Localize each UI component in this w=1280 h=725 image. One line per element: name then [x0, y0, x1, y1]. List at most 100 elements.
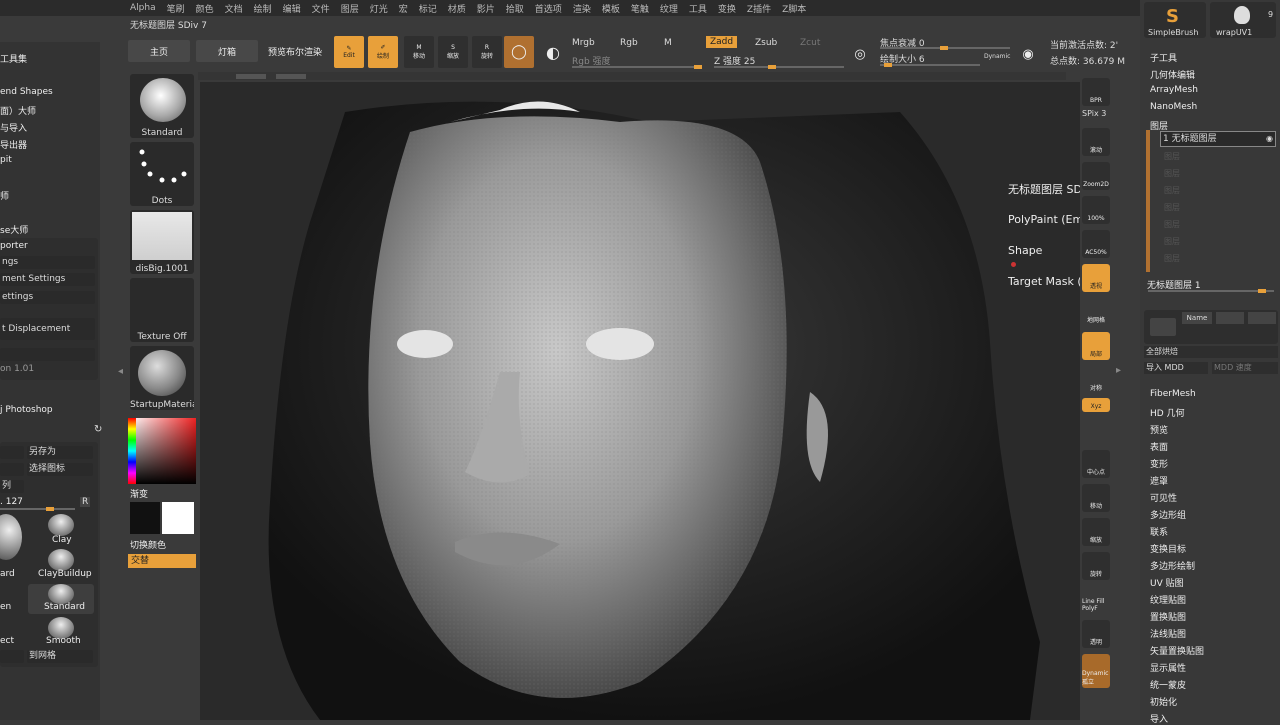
menu-item[interactable]: 编辑 — [283, 2, 301, 15]
menu-item[interactable]: 模板 — [602, 2, 620, 15]
blank-left-button-2[interactable] — [0, 463, 24, 476]
initialize-section[interactable]: 初始化 — [1150, 695, 1177, 708]
normal-map-section[interactable]: 法线贴图 — [1150, 627, 1186, 640]
layer-row[interactable]: 图层 — [1164, 253, 1180, 264]
left-row-master[interactable]: 面）大师 — [0, 104, 36, 117]
standard-brush-icon[interactable] — [48, 584, 74, 604]
left-row-toolset[interactable]: 工具集 — [0, 52, 27, 65]
menu-item[interactable]: 纹理 — [660, 2, 678, 15]
menu-item[interactable]: 拾取 — [506, 2, 524, 15]
column-button[interactable]: 列 — [0, 480, 24, 493]
ac50-button[interactable]: AC50% — [1082, 230, 1110, 258]
perspective-button[interactable]: 透视 — [1082, 264, 1110, 292]
brush-size-readout[interactable]: . 127 — [0, 497, 23, 507]
new-layer-button[interactable] — [1150, 318, 1176, 336]
eye-icon[interactable]: ◉ — [1266, 134, 1273, 143]
left-row-exporter[interactable]: 导出器 — [0, 138, 27, 151]
spotlight-button[interactable]: ◎ — [848, 38, 872, 70]
switch-color-label[interactable]: 切换颜色 — [130, 538, 166, 551]
masking-section[interactable]: 遮罩 — [1150, 474, 1168, 487]
menu-item[interactable]: 标记 — [419, 2, 437, 15]
element-settings-button[interactable]: ment Settings — [0, 273, 95, 286]
visibility-section[interactable]: 可见性 — [1150, 491, 1177, 504]
uv-map-section[interactable]: UV 贴图 — [1150, 576, 1184, 589]
move-view-button[interactable]: 移动 — [1082, 484, 1110, 512]
nanomesh-section[interactable]: NanoMesh — [1150, 102, 1197, 112]
polygroups-section[interactable]: 多边形组 — [1150, 508, 1186, 521]
fibermesh-section[interactable]: FiberMesh — [1150, 389, 1196, 399]
save-as-button[interactable]: 另存为 — [27, 446, 93, 459]
menu-item[interactable]: 文档 — [225, 2, 243, 15]
import-section[interactable]: 导入 — [1150, 712, 1168, 725]
zadd-toggle[interactable]: Zadd — [706, 36, 738, 48]
contact-section[interactable]: 联系 — [1150, 525, 1168, 538]
left-row-photoshop[interactable]: j Photoshop — [0, 405, 53, 415]
secondary-color-swatch[interactable] — [162, 502, 194, 534]
local-button[interactable]: 局部 — [1082, 332, 1110, 360]
left-row-import[interactable]: 与导入 — [0, 121, 27, 134]
settings-button-2[interactable]: ettings — [0, 291, 95, 304]
menu-item[interactable]: Alpha — [130, 3, 156, 13]
symmetry-button[interactable]: 对称 — [1082, 366, 1110, 394]
morph-target-section[interactable]: 变换目标 — [1150, 542, 1186, 555]
vector-displacement-section[interactable]: 矢量置换贴图 — [1150, 644, 1204, 657]
clay-brush-icon[interactable] — [48, 514, 74, 536]
menu-item[interactable]: 影片 — [477, 2, 495, 15]
menu-item[interactable]: 文件 — [312, 2, 330, 15]
pen-brush-label[interactable]: en — [0, 602, 11, 612]
zoom2d-button[interactable]: Zoom2D — [1082, 162, 1110, 190]
scale-tool-button[interactable]: S 缩放 — [438, 36, 468, 68]
subtool-section[interactable]: 子工具 — [1150, 51, 1177, 64]
menu-item[interactable]: 灯光 — [370, 2, 388, 15]
claybuildup-brush-icon[interactable] — [48, 549, 74, 571]
material-sphere-button[interactable]: ◯ — [504, 36, 534, 68]
to-mesh-button[interactable]: 到网格 — [27, 650, 93, 663]
floor-grid-button[interactable]: 地网格 — [1082, 298, 1110, 326]
rotate-view-button[interactable]: 旋转 — [1082, 552, 1110, 580]
m-toggle[interactable]: M — [664, 38, 672, 48]
blank-left-button[interactable] — [0, 446, 24, 459]
standard-brush-thumb[interactable]: Standard — [130, 74, 194, 138]
lazy-mouse-button[interactable]: ◉ — [1016, 38, 1040, 70]
actual-size-button[interactable]: 100% — [1082, 196, 1110, 224]
dynamic-solo-button[interactable]: Dynamic 孤立 — [1082, 654, 1110, 688]
primary-color-swatch[interactable] — [130, 502, 160, 534]
name-button[interactable]: Name — [1182, 312, 1212, 324]
zcut-toggle[interactable]: Zcut — [800, 38, 820, 48]
select-icon-button[interactable]: 选择图标 — [27, 463, 93, 476]
home-button[interactable]: 主页 — [128, 40, 190, 62]
simplebrush-slot[interactable]: S SimpleBrush — [1144, 2, 1206, 38]
tray-collapse-icon[interactable]: ◂ — [118, 366, 123, 377]
focal-shift-track[interactable] — [880, 46, 1010, 50]
polypaint-section[interactable]: 多边形绘制 — [1150, 559, 1195, 572]
layers-scrollbar[interactable] — [1146, 130, 1150, 272]
unified-skin-section[interactable]: 统一蒙皮 — [1150, 678, 1186, 691]
layer-row[interactable]: 图层 — [1164, 168, 1180, 179]
alternate-button[interactable]: 交替 — [128, 554, 196, 568]
menu-item[interactable]: 工具 — [689, 2, 707, 15]
menu-item[interactable]: 渲染 — [573, 2, 591, 15]
duplicate-layer-button[interactable] — [1216, 312, 1244, 324]
displacement-map-section[interactable]: 置换贴图 — [1150, 610, 1186, 623]
scale-view-button[interactable]: 缩放 — [1082, 518, 1110, 546]
delete-layer-button[interactable] — [1248, 312, 1276, 324]
display-properties-section[interactable]: 显示属性 — [1150, 661, 1186, 674]
layer-row[interactable]: 图层 — [1164, 219, 1180, 230]
xyz-button[interactable]: Xyz — [1082, 398, 1110, 412]
blank-button[interactable] — [0, 348, 95, 361]
mdd-speed-slider[interactable]: MDD 速度 — [1212, 362, 1278, 374]
refresh-icon[interactable]: ↻ — [94, 424, 102, 435]
settings-button[interactable]: ngs — [0, 256, 95, 269]
standard-brush-label-2[interactable]: Standard — [44, 602, 85, 612]
import-mdd-button[interactable]: 导入 MDD — [1144, 362, 1208, 374]
standard-brush-label[interactable]: ard — [0, 569, 15, 579]
menu-item[interactable]: Z脚本 — [782, 2, 806, 15]
deformation-section[interactable]: 变形 — [1150, 457, 1168, 470]
layer-row[interactable]: 图层 — [1164, 202, 1180, 213]
menu-item[interactable]: 材质 — [448, 2, 466, 15]
menu-item[interactable]: 变换 — [718, 2, 736, 15]
menu-item[interactable]: 图层 — [341, 2, 359, 15]
edit-tool-button[interactable]: ✎ Edit — [334, 36, 364, 68]
viewport-canvas[interactable]: 无标题图层 SDiv 7 PolyPaint (Empty) Shape Tar… — [200, 82, 1080, 720]
r-toggle[interactable]: R — [80, 497, 91, 507]
